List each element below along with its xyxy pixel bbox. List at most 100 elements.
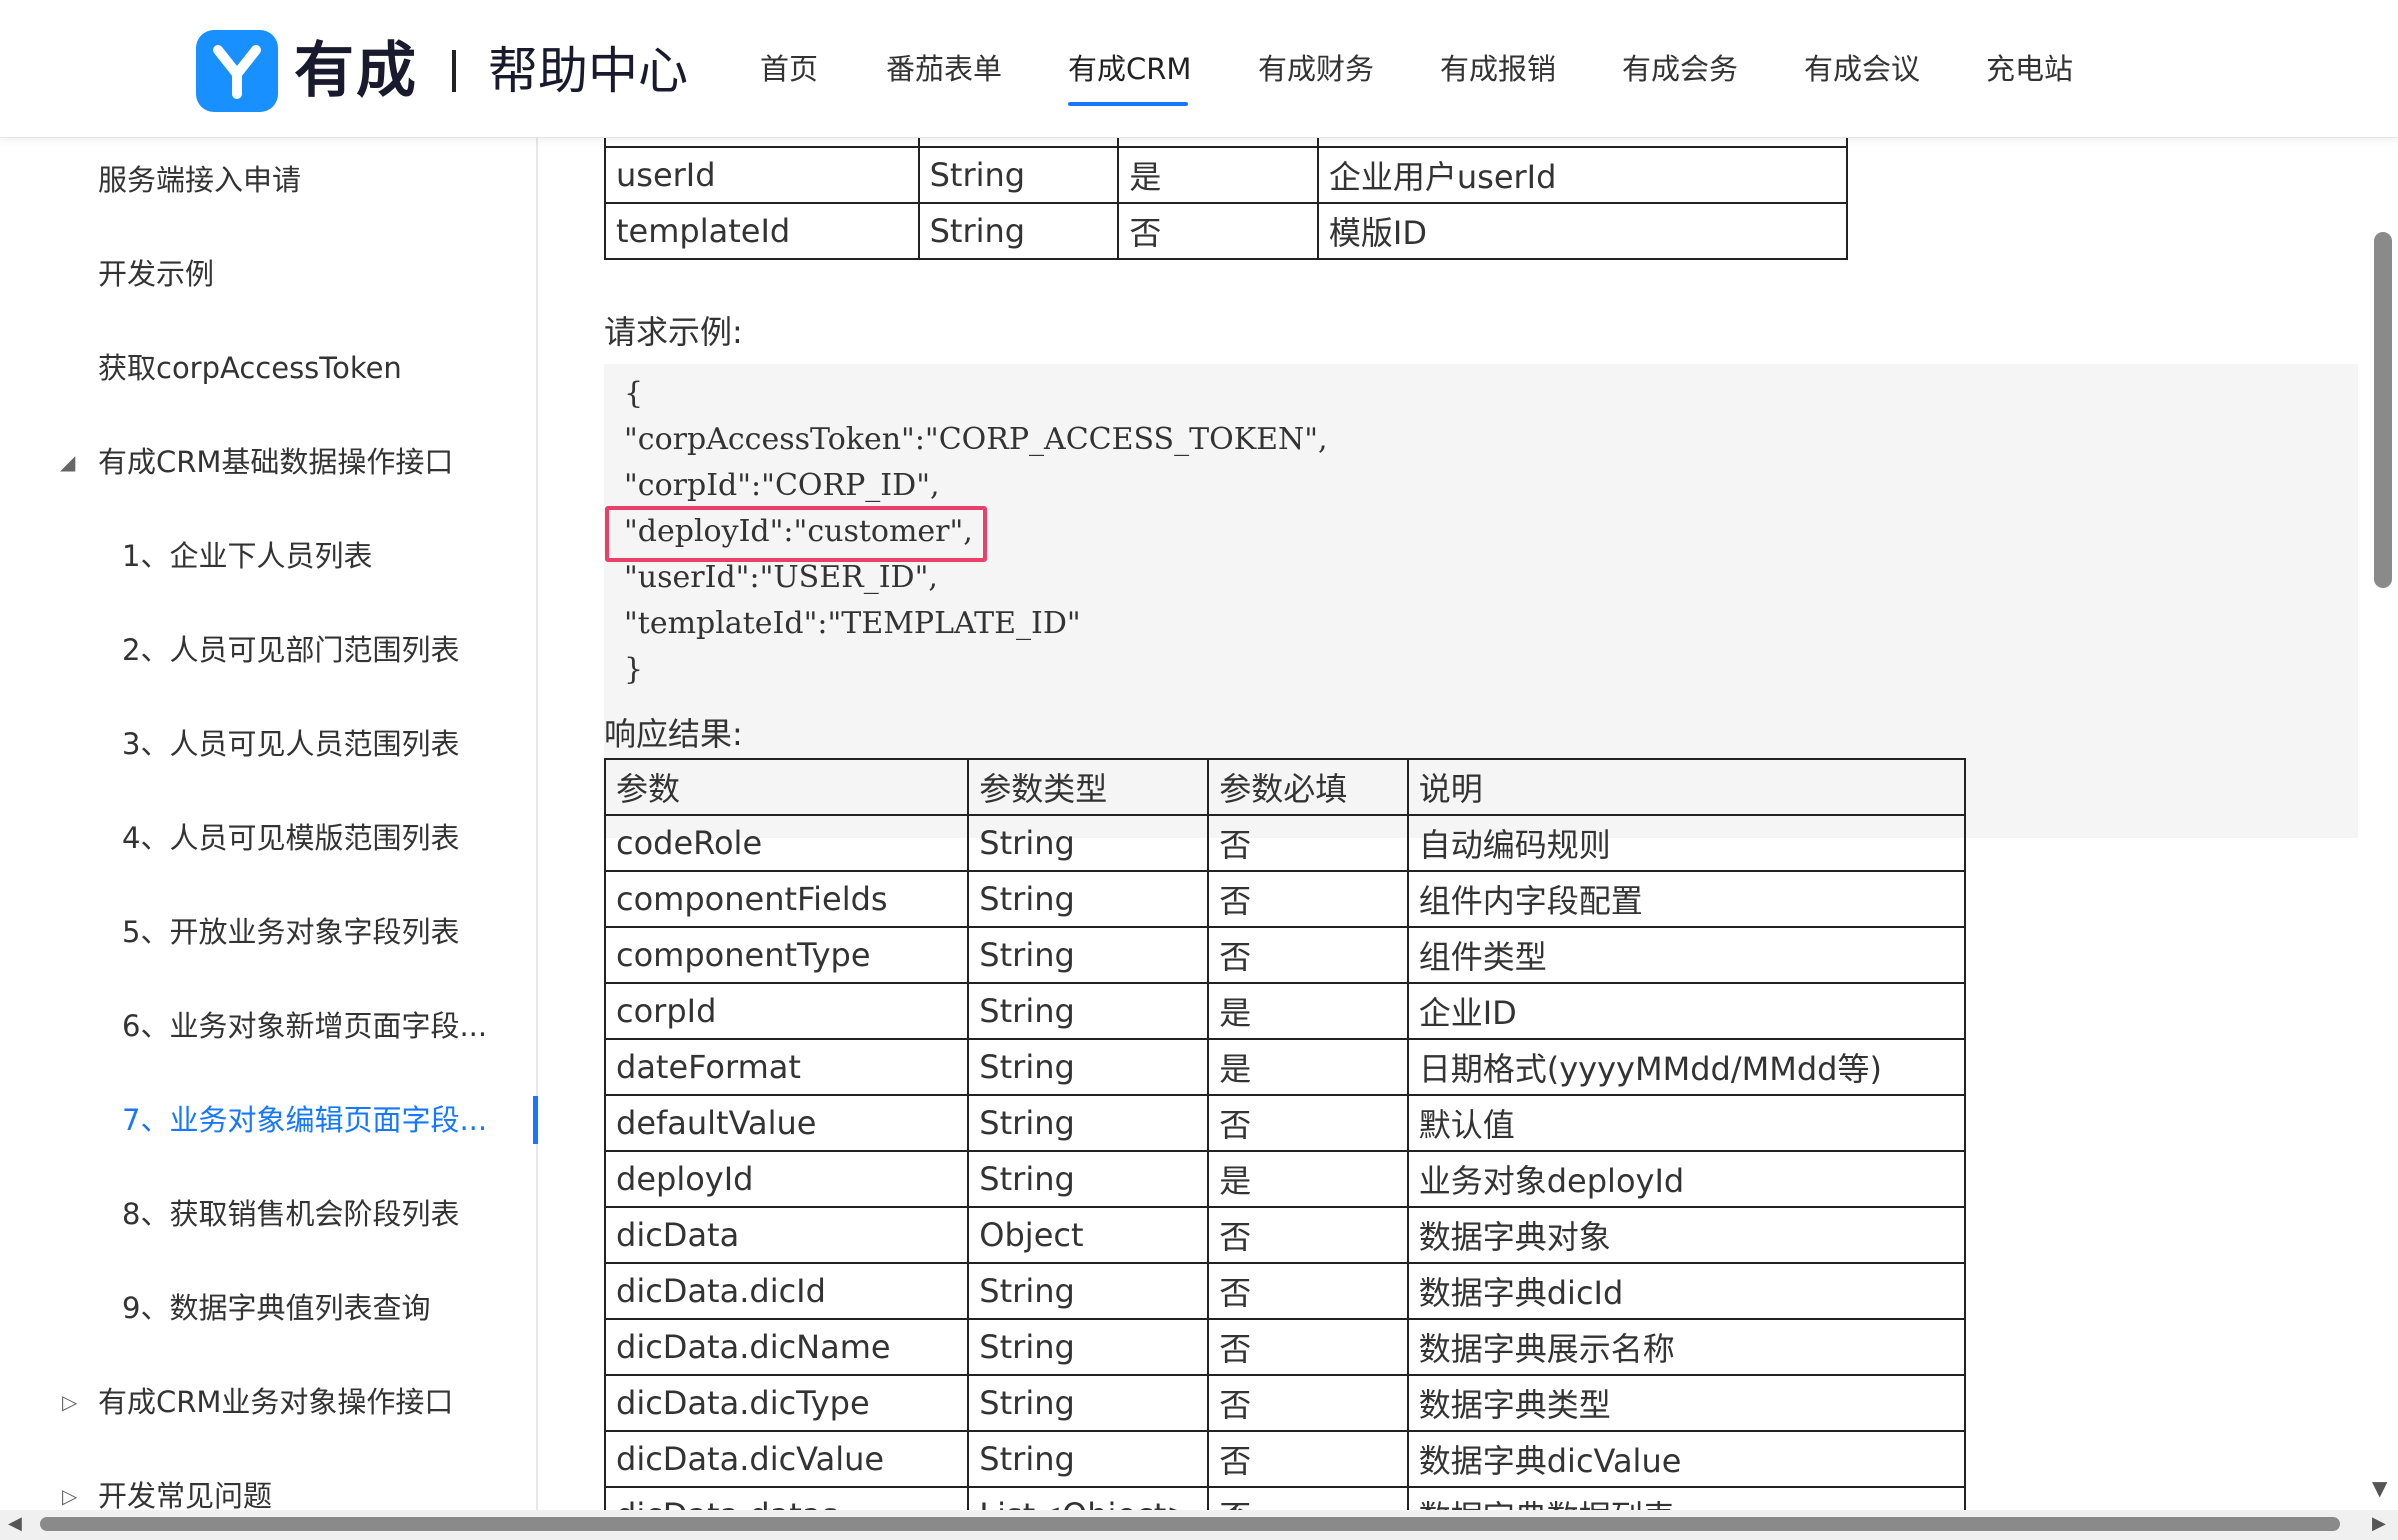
vertical-scroll-thumb[interactable] — [2374, 232, 2392, 588]
param-name: dicData.dicId — [603, 1262, 970, 1320]
column-header: 说明 — [1406, 758, 1967, 816]
sidebar-item-2[interactable]: 2、人员可见部门范围列表 — [122, 626, 459, 674]
sidebar-item-3[interactable]: 3、人员可见人员范围列表 — [122, 720, 459, 768]
sidebar-item-dev-example[interactable]: 开发示例 — [98, 250, 214, 298]
param-type: String — [967, 870, 1210, 928]
response-label: 响应结果: — [604, 715, 743, 753]
param-desc: 数据字典类型 — [1406, 1374, 1967, 1432]
table-row: dicData.dicValue String 否数据字典dicValue — [603, 1430, 1967, 1488]
param-required: 否 — [1207, 1318, 1409, 1376]
table-row: componentFields String 否组件内字段配置 — [603, 870, 1967, 928]
sidebar-item-1[interactable]: 1、企业下人员列表 — [122, 532, 372, 580]
code-line: "corpAccessToken":"CORP_ACCESS_TOKEN", — [624, 422, 1328, 457]
table-row — [604, 138, 1849, 148]
sidebar-item-8[interactable]: 8、获取销售机会阶段列表 — [122, 1190, 459, 1238]
horizontal-scroll-thumb[interactable] — [40, 1517, 2340, 1531]
sidebar-item-7-active[interactable]: 7、业务对象编辑页面字段... — [122, 1096, 487, 1144]
param-name: defaultValue — [603, 1094, 970, 1152]
param-type: List<Object> — [967, 1486, 1210, 1510]
param-required: 否 — [1207, 1206, 1409, 1264]
param-required: 否 — [1117, 202, 1319, 260]
caret-down-icon[interactable]: ◢ — [60, 438, 75, 486]
table-row: dicData Object 否数据字典对象 — [603, 1206, 1967, 1264]
param-desc: 企业ID — [1406, 982, 1967, 1040]
param-type: String — [967, 1430, 1210, 1488]
request-params-table: userId String 是 企业用户userId templateId St… — [604, 138, 1849, 260]
param-desc: 自动编码规则 — [1406, 814, 1967, 872]
table-header-row: 参数 参数类型 参数必填 说明 — [603, 758, 1967, 816]
table-row: dicData.datasList<Object>否数据字典数据列表 — [603, 1486, 1967, 1510]
main-content: userId String 是 企业用户userId templateId St… — [538, 138, 2358, 1510]
nav-reimbursement[interactable]: 有成报销 — [1440, 46, 1556, 92]
sidebar-group-crm-object[interactable]: 有成CRM业务对象操作接口 — [98, 1378, 453, 1426]
param-type: String — [967, 814, 1210, 872]
nav-active-indicator — [1068, 102, 1188, 106]
param-name: deployId — [603, 1150, 970, 1208]
code-line: "corpId":"CORP_ID", — [624, 468, 940, 503]
brand-name: 有成 — [294, 36, 418, 106]
table-row: corpId String 是企业ID — [603, 982, 1967, 1040]
nav-charging-station[interactable]: 充电站 — [1986, 46, 2073, 92]
param-type: String — [967, 1318, 1210, 1376]
scroll-left-arrow-icon[interactable]: ◀ — [8, 1513, 22, 1534]
help-center-page: 有成 帮助中心 首页 番茄表单 有成CRM 有成财务 有成报销 有成会务 有成会… — [0, 0, 2398, 1540]
param-name: templateId — [604, 202, 920, 260]
code-line: } — [624, 652, 644, 687]
table-row: templateId String 否 模版ID — [604, 202, 1849, 260]
table-row: dicData.dicId String 否数据字典dicId — [603, 1262, 1967, 1320]
table-row: defaultValue String 否默认值 — [603, 1094, 1967, 1152]
param-required: 否 — [1207, 926, 1409, 984]
param-desc: 组件类型 — [1406, 926, 1967, 984]
param-desc: 数据字典对象 — [1406, 1206, 1967, 1264]
sidebar-item-9[interactable]: 9、数据字典值列表查询 — [122, 1284, 430, 1332]
table-row: deployId String 是业务对象deployId — [603, 1150, 1967, 1208]
param-type: String — [967, 1038, 1210, 1096]
brand-subtitle: 帮助中心 — [488, 42, 688, 100]
param-desc: 模版ID — [1316, 202, 1849, 260]
scroll-down-arrow-icon[interactable]: ▼ — [2372, 1476, 2387, 1500]
param-name: userId — [604, 146, 920, 204]
code-line: { — [624, 376, 644, 411]
response-table: 参数 参数类型 参数必填 说明 codeRole String 否自动编码规则 co… — [603, 758, 1967, 1510]
param-name: dicData.dicName — [603, 1318, 970, 1376]
table-cell — [1117, 138, 1319, 148]
param-name: componentType — [603, 926, 970, 984]
sidebar: 服务端接入申请 开发示例 获取corpAccessToken ◢ 有成CRM基础… — [0, 138, 538, 1513]
column-header: 参数 — [603, 758, 970, 816]
nav-finance[interactable]: 有成财务 — [1258, 46, 1374, 92]
scroll-right-arrow-icon[interactable]: ▶ — [2372, 1513, 2386, 1534]
nav-tomato-form[interactable]: 番茄表单 — [886, 46, 1002, 92]
column-header: 参数类型 — [967, 758, 1210, 816]
nav-home[interactable]: 首页 — [760, 46, 818, 92]
param-required: 否 — [1207, 814, 1409, 872]
logo-icon[interactable] — [196, 30, 278, 112]
table-cell — [1316, 138, 1849, 148]
param-required: 否 — [1207, 1374, 1409, 1432]
sidebar-item-4[interactable]: 4、人员可见模版范围列表 — [122, 814, 459, 862]
nav-conference-service[interactable]: 有成会务 — [1622, 46, 1738, 92]
param-type: String — [917, 146, 1120, 204]
column-header: 参数必填 — [1207, 758, 1409, 816]
nav-meeting[interactable]: 有成会议 — [1804, 46, 1920, 92]
table-row: dicData.dicType String 否数据字典类型 — [603, 1374, 1967, 1432]
param-desc: 企业用户userId — [1316, 146, 1849, 204]
caret-right-icon[interactable]: ▷ — [62, 1378, 77, 1426]
sidebar-item-corp-token[interactable]: 获取corpAccessToken — [98, 344, 402, 392]
param-type: Object — [967, 1206, 1210, 1264]
param-required: 否 — [1207, 1430, 1409, 1488]
param-desc: 组件内字段配置 — [1406, 870, 1967, 928]
param-type: String — [967, 982, 1210, 1040]
code-line: "templateId":"TEMPLATE_ID" — [624, 606, 1081, 641]
sidebar-item-6[interactable]: 6、业务对象新增页面字段... — [122, 1002, 487, 1050]
param-desc: 数据字典dicValue — [1406, 1430, 1967, 1488]
param-name: codeRole — [603, 814, 970, 872]
param-desc: 日期格式(yyyyMMdd/MMdd等) — [1406, 1038, 1967, 1096]
table-row: userId String 是 企业用户userId — [604, 146, 1849, 204]
nav-crm[interactable]: 有成CRM — [1068, 46, 1191, 92]
param-required: 是 — [1117, 146, 1319, 204]
sidebar-item-server-access[interactable]: 服务端接入申请 — [98, 156, 301, 204]
sidebar-item-5[interactable]: 5、开放业务对象字段列表 — [122, 908, 459, 956]
table-row: codeRole String 否自动编码规则 — [603, 814, 1967, 872]
sidebar-group-crm-basic[interactable]: 有成CRM基础数据操作接口 — [98, 438, 453, 486]
request-example-label: 请求示例: — [604, 313, 743, 351]
